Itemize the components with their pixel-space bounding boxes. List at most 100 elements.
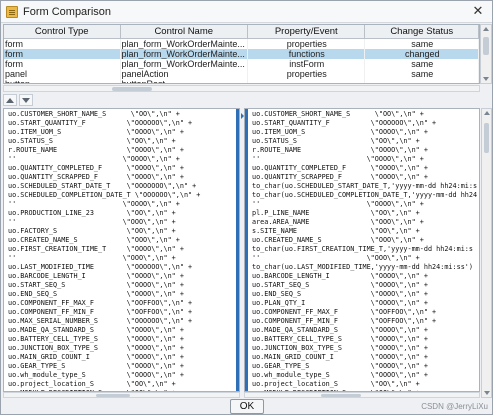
cell-control-name: plan_form_WorkOrderMainte... [121,49,248,59]
code-line: uo.MADE_QA_STANDARD_S \"OOOO\",\n" + [252,326,428,334]
code-line: to_char(uo.SCHEDULED_START_DATE_T,'yyyy-… [252,182,478,190]
code-line: uo.CUSTOMER_SHORT_NAME_S \"OO\",\n" + [252,110,424,118]
code-line: uo.SCHEDULED_START_DATE_T \"OOOOOOO\",\n… [8,182,197,190]
scroll-thumb[interactable] [321,394,361,397]
right-pane-horizontal-scrollbar[interactable] [244,392,480,398]
scroll-up-icon[interactable] [483,27,489,31]
code-line: uo.CREATED_NAME_S \"OOO\",\n" + [252,236,424,244]
next-change-button[interactable] [19,94,33,106]
watermark: CSDN @JerryLiXu [421,402,488,411]
column-header-change-status[interactable]: Change Status [365,25,479,38]
code-line: uo.MAIN_GRID_COUNT_I \"OOOO\",\n" + [8,353,184,361]
code-line: '' \"OOOO\",\n" + [8,155,180,163]
code-line: uo.START_QUANTITY_F \"OOOOOO\",\n" + [252,119,437,127]
code-line: r.ROUTE_NAME \"OOOO\",\n" + [8,146,184,154]
code-line: uo.wh_module_type_S \"OOOO\",\n" + [252,371,428,379]
code-line: uo.QUANTITY_SCRAPPED_F \"OOOO\",\n" + [8,173,184,181]
change-marker-bar [245,109,248,391]
code-line: uo.COMPONENT_FF_MAX_F \"OOFFOO\",\n" + [8,299,193,307]
code-line: uo.project_location_S \"OO\",\n" + [252,380,420,388]
code-line: uo.MADE_QA_STANDARD_S \"OOOO\",\n" + [8,326,184,334]
right-code-pane[interactable]: uo.CUSTOMER_SHORT_NAME_S \"OO\",\n" + uo.… [244,108,480,392]
left-pane-horizontal-scrollbar[interactable] [3,392,240,398]
cell-control-name: plan_form_WorkOrderMainte... [121,39,248,49]
column-header-control-type[interactable]: Control Type [4,25,121,38]
code-line: uo.QUANTITY_COMPLETED_F \"OOOO\",\n" + [8,164,184,172]
previous-change-button[interactable] [3,94,17,106]
code-line: '' \"OOOO\",\n" + [252,155,424,163]
code-line: to_char(uo.FIRST_CREATION_TIME_T,'yyyy-m… [252,245,473,253]
code-line: uo.GEAR_TYPE_S \"OOOO\",\n" + [252,362,428,370]
code-line: '' \"OOOO\",\n" + [252,200,424,208]
arrow-down-icon [22,97,30,103]
left-code-pane[interactable]: uo.CUSTOMER_SHORT_NAME_S \"OO\",\n" + uo.… [3,108,240,392]
code-line: uo.JUNCTION_BOX_TYPE_S \"OOOO\",\n" + [252,344,428,352]
table-row[interactable]: form plan_form_WorkOrderMainte... function… [4,49,479,59]
grid-vertical-scrollbar[interactable] [480,24,492,84]
cell-property-event: properties [248,39,366,49]
ok-button[interactable]: OK [230,399,264,414]
code-line: uo.BATTERY_CELL_TYPE_S \"OOOO\",\n" + [8,335,184,343]
code-line: uo.GEAR_TYPE_S \"OOOO\",\n" + [8,362,184,370]
code-line: uo.ITEM_UOM_S \"OOOO\",\n" + [252,128,428,136]
column-header-control-name[interactable]: Control Name [121,25,248,38]
title-bar: Form Comparison ✕ [1,1,492,23]
code-line: uo.MAX_SERIAL_NUMBER_S \"OOOOOO\",\n" + [8,317,193,325]
code-line: uo.ITEM_UOM_S \"OOOO\",\n" + [8,128,184,136]
code-line: uo.CUSTOMER_SHORT_NAME_S \"OO\",\n" + [8,110,180,118]
scroll-thumb[interactable] [96,394,130,397]
code-line: r.ROUTE_NAME \"OOOO\",\n" + [252,146,428,154]
code-line: to_char(uo.SCHEDULED_COMPLETION_DATE_T,'… [252,191,478,199]
table-row[interactable]: form plan_form_WorkOrderMainte... properti… [4,39,479,49]
code-line: uo.COMPONENT_FF_MIN_F \"OOFFOO\",\n" + [8,308,193,316]
code-line: uo.START_QUANTITY_F \"OOOOOO\",\n" + [8,119,193,127]
code-line: uo.CREATED_NAME_S \"OOO\",\n" + [8,236,180,244]
column-header-property-event[interactable]: Property/Event [248,25,366,38]
code-line: uo.JUNCTION_BOX_TYPE_S \"OOOO\",\n" + [8,344,184,352]
code-line: uo.wh_module_type_S \"OOOO\",\n" + [8,371,184,379]
cell-control-name: panelAction [121,69,248,79]
code-line: uo.START_SEQ_S \"OOOO\",\n" + [8,281,184,289]
comparison-grid: Control Type Control Name Property/Event… [3,24,480,84]
grid-horizontal-scrollbar[interactable] [3,85,480,92]
scroll-down-icon[interactable] [484,391,490,395]
arrow-up-icon [6,97,14,103]
cell-property-event [248,79,366,83]
cell-property-event: instForm [248,59,366,69]
code-line: '' \"OOO\",\n" + [252,254,420,262]
right-code-text[interactable]: uo.CUSTOMER_SHORT_NAME_S \"OO\",\n" + uo.… [245,110,479,391]
table-row[interactable]: panel panelAction properties same [4,69,479,79]
code-line: '' \"OOO\",\n" + [8,218,176,226]
code-line: uo.MAIN_GRID_COUNT_I \"OOOO\",\n" + [252,353,428,361]
code-line: uo.LAST_MODIFIED_TIME \"OOOOOO\",\n" + [8,263,193,271]
cell-change-status [365,79,479,83]
code-line: uo.BARCODE_LENGTH_I \"OOOO\",\n" + [8,272,184,280]
scroll-thumb[interactable] [483,37,489,55]
table-row[interactable]: button buttonRest [4,79,479,83]
code-line: s.SITE_NAME \"OO\",\n" + [252,227,420,235]
cell-control-type: form [4,39,121,49]
cell-property-event: functions [248,49,366,59]
code-line: uo.QUANTITY_COMPLETED_F \"OOOO\",\n" + [252,164,428,172]
code-vertical-scrollbar[interactable] [481,108,492,398]
change-marker-bar [236,109,239,391]
code-line: area.AREA_NAME \"OOO\",\n" + [252,218,424,226]
code-line: '' \"OOO\",\n" + [8,254,176,262]
code-line: pl.P_LINE_NAME \"OO\",\n" + [252,209,420,217]
scroll-up-icon[interactable] [484,111,490,115]
scroll-thumb[interactable] [112,87,152,91]
code-line: uo.project_location_S \"OO\",\n" + [8,380,176,388]
scroll-thumb[interactable] [484,123,489,153]
code-line: uo.PLAN_QTY_I \"OOOO\",\n" + [252,299,428,307]
table-row[interactable]: form plan_form_WorkOrderMainte... instForm… [4,59,479,69]
code-line: uo.QUANTITY_SCRAPPED_F \"OOOO\",\n" + [252,173,428,181]
close-icon[interactable]: ✕ [470,4,486,20]
code-line: uo.PRODUCTION_LINE_23 \"OO\",\n" + [8,209,176,217]
scroll-down-icon[interactable] [483,77,489,81]
code-line: to_char(uo.LAST_MODIFIED_TIME,'yyyy-mm-d… [252,263,473,271]
left-code-text[interactable]: uo.CUSTOMER_SHORT_NAME_S \"OO\",\n" + uo.… [4,110,239,391]
form-comparison-window: Form Comparison ✕ Control Type Control N… [0,0,493,415]
code-line: uo.END_SEQ_S \"OOOO\",\n" + [252,290,428,298]
cell-change-status: same [365,59,479,69]
grid-header: Control Type Control Name Property/Event… [4,25,479,39]
